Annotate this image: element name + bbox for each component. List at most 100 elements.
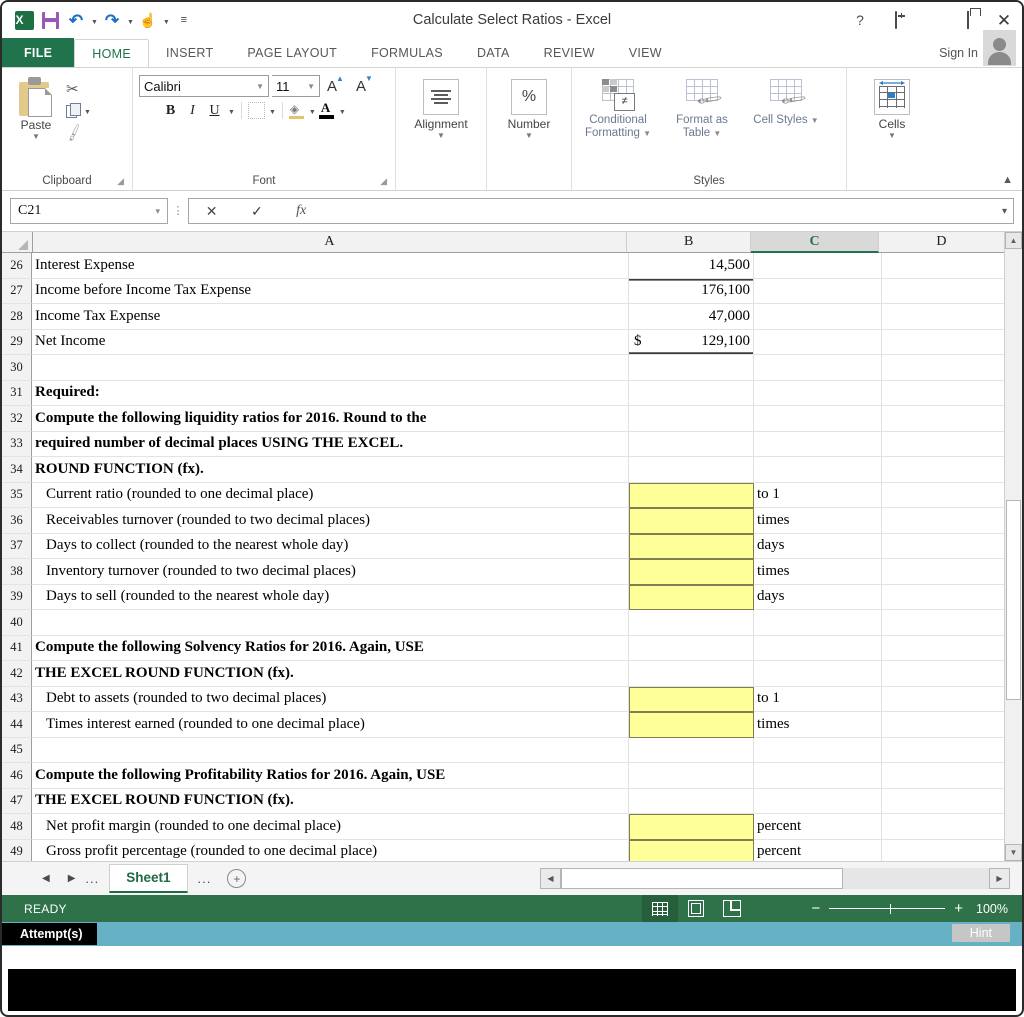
format-painter-button[interactable]: 🖌 <box>64 122 91 143</box>
cell-a46[interactable]: Compute the following Profitability Rati… <box>32 763 629 789</box>
restore-icon[interactable] <box>958 10 978 30</box>
row-header[interactable]: 37 <box>2 533 32 559</box>
cell-a31[interactable]: Required: <box>32 380 629 406</box>
cell-c34[interactable] <box>754 457 882 483</box>
tab-formulas[interactable]: FORMULAS <box>354 38 460 67</box>
cell-b26[interactable]: 14,500 <box>629 253 754 279</box>
close-icon[interactable]: ✕ <box>994 12 1014 29</box>
hint-button[interactable]: Hint <box>951 924 1010 942</box>
decrease-font-size-icon[interactable]: A▼ <box>352 74 378 95</box>
tab-review[interactable]: REVIEW <box>527 38 612 67</box>
row-header[interactable]: 35 <box>2 482 32 508</box>
row-header[interactable]: 47 <box>2 788 32 814</box>
row-header[interactable]: 45 <box>2 737 32 763</box>
customize-qat-icon[interactable]: ≡ <box>172 8 196 32</box>
font-name-input[interactable]: Calibri ▼ <box>139 75 269 97</box>
cell-b34[interactable] <box>629 457 754 483</box>
scroll-up-icon[interactable]: ▲ <box>1005 232 1022 249</box>
normal-view-icon[interactable] <box>642 895 678 922</box>
row-header[interactable]: 38 <box>2 559 32 585</box>
cell-c36[interactable]: times <box>754 508 882 534</box>
cell-d43[interactable] <box>882 686 1009 712</box>
cell-a37[interactable]: Days to collect (rounded to the nearest … <box>32 533 629 559</box>
cell-d28[interactable] <box>882 304 1009 330</box>
cell-d34[interactable] <box>882 457 1009 483</box>
cell-a27[interactable]: Income before Income Tax Expense <box>32 278 629 304</box>
cell-a38[interactable]: Inventory turnover (rounded to two decim… <box>32 559 629 585</box>
copy-dropdown-icon[interactable]: ▼ <box>84 109 91 116</box>
cell-d35[interactable] <box>882 482 1009 508</box>
underline-dropdown-icon[interactable]: ▼ <box>228 109 235 116</box>
hscroll-track[interactable] <box>561 868 989 889</box>
cell-c45[interactable] <box>754 737 882 763</box>
cell-c40[interactable] <box>754 610 882 636</box>
cell-c42[interactable] <box>754 661 882 687</box>
cell-a39[interactable]: Days to sell (rounded to the nearest who… <box>32 584 629 610</box>
cell-b38[interactable] <box>629 559 754 585</box>
tab-insert[interactable]: INSERT <box>149 38 230 67</box>
borders-icon[interactable] <box>247 102 265 119</box>
font-color-dropdown-icon[interactable]: ▼ <box>339 109 346 116</box>
zoom-in-icon[interactable]: + <box>954 901 963 916</box>
underline-button[interactable]: U <box>205 103 224 119</box>
cell-b41[interactable] <box>629 635 754 661</box>
row-header[interactable]: 26 <box>2 253 32 279</box>
redo-dropdown-icon[interactable]: ▼ <box>127 19 134 26</box>
zoom-level[interactable]: 100% <box>972 902 1008 916</box>
cell-b29[interactable]: $129,100 <box>629 329 754 355</box>
paste-dropdown-icon[interactable]: ▼ <box>32 133 40 141</box>
increase-font-size-icon[interactable]: A▲ <box>323 74 349 95</box>
first-sheet-icon[interactable]: ◀ <box>42 873 50 884</box>
cell-b27[interactable]: 176,100 <box>629 278 754 304</box>
number-dropdown-icon[interactable]: ▼ <box>525 132 533 140</box>
new-sheet-icon[interactable]: + <box>227 869 247 888</box>
cancel-icon[interactable]: ✕ <box>206 203 218 220</box>
cell-c47[interactable] <box>754 788 882 814</box>
cell-c30[interactable] <box>754 355 882 381</box>
cell-a47[interactable]: THE EXCEL ROUND FUNCTION (fx). <box>32 788 629 814</box>
cell-b28[interactable]: 47,000 <box>629 304 754 330</box>
enter-icon[interactable]: ✓ <box>251 203 263 220</box>
cell-b45[interactable] <box>629 737 754 763</box>
hscroll-left-icon[interactable]: ◀ <box>540 868 561 889</box>
cell-d41[interactable] <box>882 635 1009 661</box>
column-header-d[interactable]: D <box>878 232 1006 252</box>
row-header[interactable]: 29 <box>2 329 32 355</box>
collapse-ribbon-icon[interactable]: ▲ <box>1002 174 1013 186</box>
cell-c46[interactable] <box>754 763 882 789</box>
font-dialog-launcher-icon[interactable]: ◢ <box>380 176 387 187</box>
cell-c35[interactable]: to 1 <box>754 482 882 508</box>
row-header[interactable]: 41 <box>2 635 32 661</box>
row-header[interactable]: 28 <box>2 304 32 330</box>
cut-button[interactable]: ✂ <box>66 78 91 99</box>
cell-a43[interactable]: Debt to assets (rounded to two decimal p… <box>32 686 629 712</box>
cell-d36[interactable] <box>882 508 1009 534</box>
sign-in-link[interactable]: Sign In <box>939 38 978 67</box>
fill-color-icon[interactable]: ◈ <box>288 102 305 119</box>
cell-b30[interactable] <box>629 355 754 381</box>
paste-button[interactable]: Paste ▼ <box>8 75 64 141</box>
row-header[interactable]: 39 <box>2 584 32 610</box>
row-header[interactable]: 36 <box>2 508 32 534</box>
cell-b48[interactable] <box>629 814 754 840</box>
cell-c28[interactable] <box>754 304 882 330</box>
name-box[interactable]: C21 ▾ <box>10 198 168 224</box>
zoom-out-icon[interactable]: − <box>811 901 820 916</box>
borders-dropdown-icon[interactable]: ▼ <box>269 109 276 116</box>
cell-b36[interactable] <box>629 508 754 534</box>
tab-page-layout[interactable]: PAGE LAYOUT <box>230 38 354 67</box>
tab-file[interactable]: FILE <box>2 38 75 67</box>
fill-color-dropdown-icon[interactable]: ▼ <box>309 109 316 116</box>
cells-button[interactable]: Cells ▼ <box>855 75 929 140</box>
zoom-slider[interactable] <box>829 903 946 914</box>
cell-c49[interactable]: percent <box>754 839 882 861</box>
cell-a28[interactable]: Income Tax Expense <box>32 304 629 330</box>
tab-data[interactable]: DATA <box>460 38 527 67</box>
cell-d33[interactable] <box>882 431 1009 457</box>
cell-b39[interactable] <box>629 584 754 610</box>
cell-d26[interactable] <box>882 253 1009 279</box>
cell-a41[interactable]: Compute the following Solvency Ratios fo… <box>32 635 629 661</box>
page-layout-view-icon[interactable] <box>678 895 714 922</box>
cell-c39[interactable]: days <box>754 584 882 610</box>
undo-icon[interactable]: ↶ <box>64 8 88 32</box>
